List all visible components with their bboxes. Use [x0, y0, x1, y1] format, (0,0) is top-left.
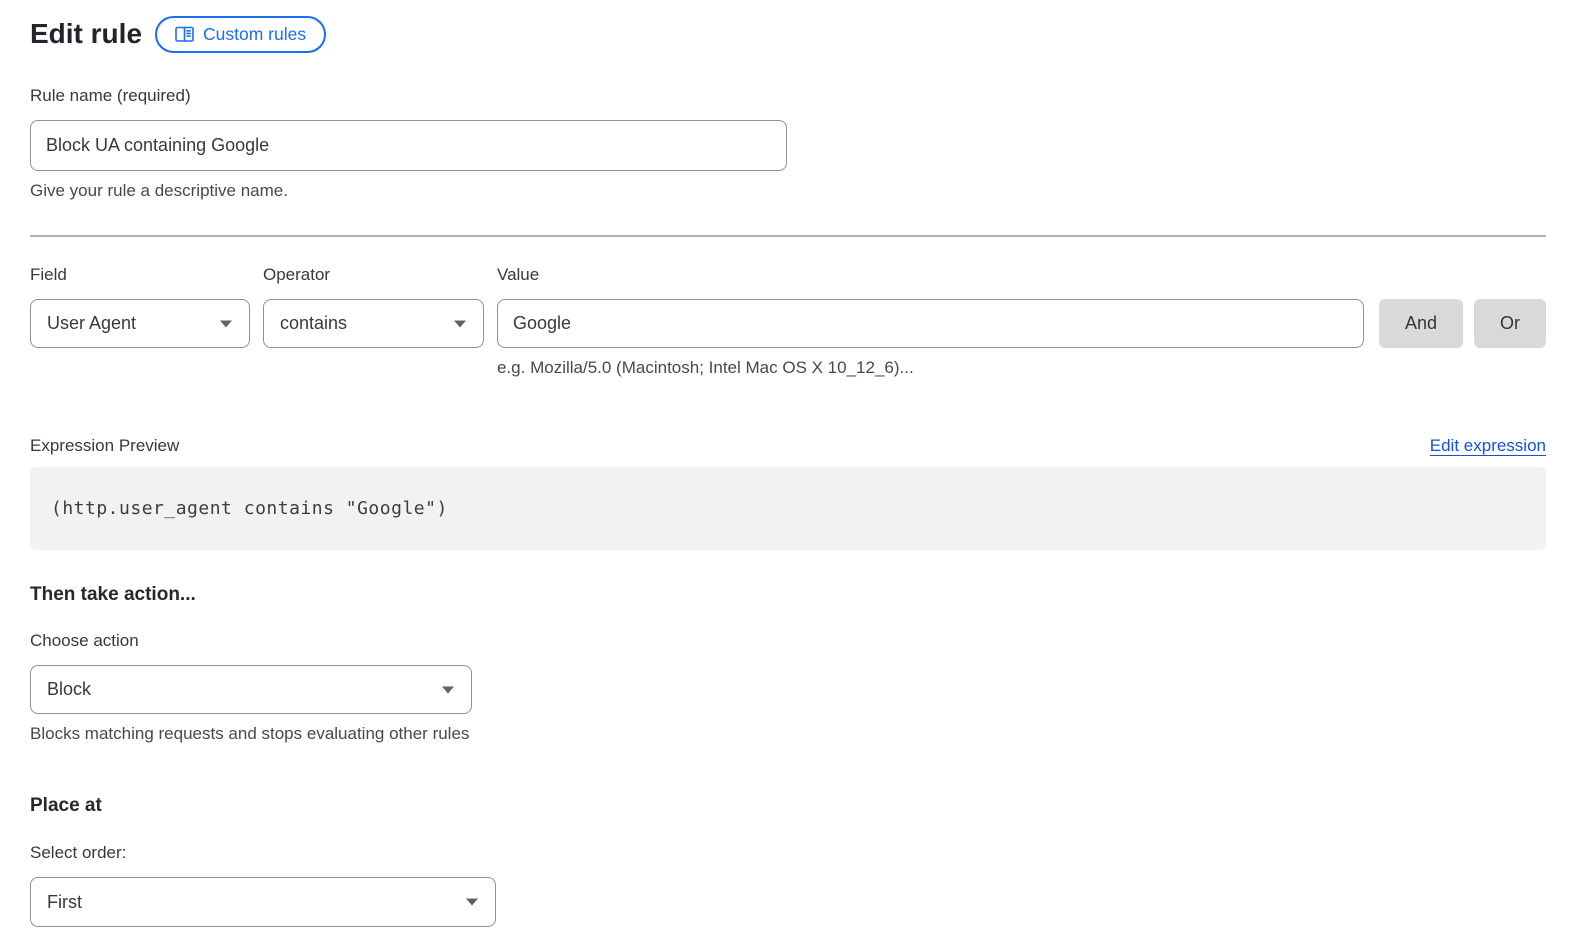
value-input[interactable]	[497, 299, 1364, 348]
section-divider	[30, 235, 1546, 237]
page-header: Edit rule Custom rules	[30, 14, 1546, 54]
operator-select-value: contains	[280, 313, 347, 334]
expression-preview-label: Expression Preview	[30, 436, 179, 456]
action-select[interactable]: Block	[30, 665, 472, 714]
action-help: Blocks matching requests and stops evalu…	[30, 723, 1546, 744]
value-label: Value	[497, 265, 1364, 285]
action-heading: Then take action...	[30, 584, 1546, 606]
choose-action-label: Choose action	[30, 631, 1546, 651]
or-button[interactable]: Or	[1474, 299, 1546, 348]
order-select-value: First	[47, 892, 82, 913]
rule-name-label: Rule name (required)	[30, 86, 1546, 106]
action-select-value: Block	[47, 679, 91, 700]
field-column: Field User Agent	[30, 265, 250, 348]
edit-rule-form: Edit rule Custom rules Rule name (requir…	[0, 0, 1587, 927]
field-select[interactable]: User Agent	[30, 299, 250, 348]
placement-heading: Place at	[30, 795, 1546, 817]
value-column: Value e.g. Mozilla/5.0 (Macintosh; Intel…	[497, 265, 1364, 378]
book-icon	[175, 26, 194, 43]
value-help: e.g. Mozilla/5.0 (Macintosh; Intel Mac O…	[497, 357, 1364, 378]
order-select[interactable]: First	[30, 877, 496, 927]
condition-row: Field User Agent Operator contains Value…	[30, 265, 1546, 378]
custom-rules-badge-label: Custom rules	[203, 24, 306, 45]
expression-code-text: (http.user_agent contains "Google")	[51, 498, 448, 519]
operator-select[interactable]: contains	[263, 299, 484, 348]
chevron-down-icon	[466, 899, 478, 906]
page-title: Edit rule	[30, 14, 142, 54]
expression-preview-box: (http.user_agent contains "Google")	[30, 467, 1546, 550]
operator-label: Operator	[263, 265, 484, 285]
chevron-down-icon	[454, 320, 466, 327]
chevron-down-icon	[220, 320, 232, 327]
rule-name-input[interactable]	[30, 120, 787, 171]
custom-rules-badge[interactable]: Custom rules	[155, 16, 326, 53]
and-button[interactable]: And	[1379, 299, 1463, 348]
expression-preview-header: Expression Preview Edit expression	[30, 436, 1546, 456]
field-label: Field	[30, 265, 250, 285]
logic-buttons: And Or	[1379, 299, 1546, 348]
chevron-down-icon	[442, 686, 454, 693]
rule-name-help: Give your rule a descriptive name.	[30, 180, 1546, 201]
operator-column: Operator contains	[263, 265, 484, 348]
edit-expression-link[interactable]: Edit expression	[1430, 436, 1546, 456]
rule-name-group: Rule name (required) Give your rule a de…	[30, 86, 1546, 201]
field-select-value: User Agent	[47, 313, 136, 334]
select-order-label: Select order:	[30, 843, 1546, 863]
